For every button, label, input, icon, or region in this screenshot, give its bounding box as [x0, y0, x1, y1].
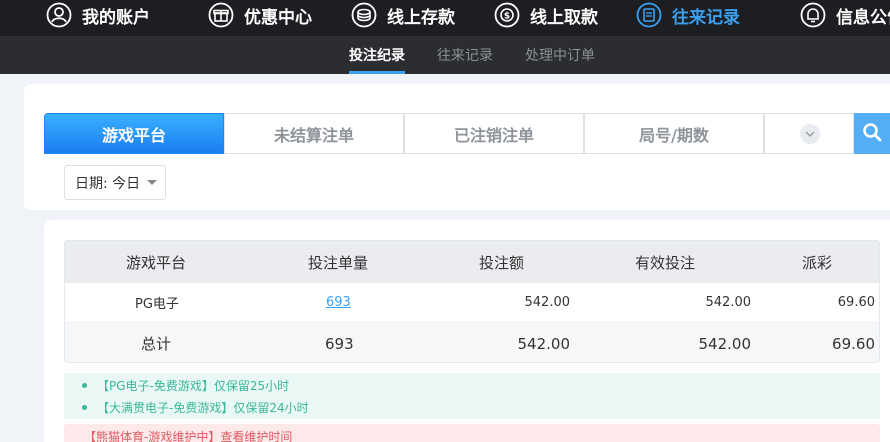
tab-label: 已注销注单 [453, 125, 534, 145]
subnav-transactions[interactable]: 往来记录 [437, 45, 493, 65]
cell-payout: 69.60 [837, 295, 875, 310]
date-filter-value: 日期: 今日 [75, 175, 141, 192]
cell-count-link[interactable]: 693 [326, 283, 351, 322]
results-table: 游戏平台 投注单量 投注额 有效投注 派彩 PG电子 693 542.00 54… [64, 240, 880, 363]
nav-item-account[interactable]: 我的账户 [46, 0, 150, 30]
tab-label: 局号/期数 [639, 125, 709, 145]
nav-item-records[interactable]: 往来记录 [636, 0, 740, 30]
tab-unsettled[interactable]: 未结算注单 [224, 113, 404, 154]
table-header: 游戏平台 投注单量 投注额 有效投注 派彩 [65, 241, 879, 283]
nav-label: 我的账户 [82, 7, 150, 28]
chevron-down-icon [800, 123, 820, 144]
tab-label: 未结算注单 [273, 125, 354, 145]
top-nav: 我的账户 优惠中心 线上存款 $ 线上取款 往来记录 信息公告 [0, 0, 890, 36]
nav-label: 线上取款 [530, 7, 598, 28]
deposit-icon [351, 2, 377, 28]
nav-item-announcements[interactable]: 信息公告 [800, 0, 890, 30]
notice-item: 【PG电子-免费游戏】仅保留25小时 [82, 377, 289, 394]
tab-cancelled[interactable]: 已注销注单 [404, 113, 584, 154]
records-icon [636, 2, 662, 28]
total-count: 693 [325, 334, 354, 353]
cell-platform: PG电子 [135, 297, 179, 312]
notice-text: 【大满贯电子-免费游戏】仅保留24小时 [97, 401, 309, 415]
search-button[interactable] [854, 113, 890, 154]
col-header-platform: 游戏平台 [126, 253, 187, 272]
col-header-valid: 有效投注 [635, 253, 696, 272]
table-total-row: 总计 693 542.00 542.00 69.60 [65, 323, 879, 362]
caret-down-icon [147, 180, 158, 185]
col-header-amount: 投注额 [479, 253, 525, 272]
gift-icon [208, 2, 234, 28]
cell-valid: 542.00 [705, 295, 752, 310]
notice-item: 【大满贯电子-免费游戏】仅保留24小时 [82, 399, 309, 416]
col-header-payout: 派彩 [802, 253, 833, 272]
notice-text: 【PG电子-免费游戏】仅保留25小时 [97, 379, 290, 393]
total-amount: 542.00 [517, 334, 571, 353]
withdraw-icon: $ [494, 2, 520, 28]
table-row: PG电子 693 542.00 542.00 69.60 [65, 283, 879, 323]
nav-item-deposit[interactable]: 线上存款 [351, 0, 455, 30]
col-header-count: 投注单量 [308, 253, 369, 272]
active-tab-underline [349, 71, 405, 74]
search-icon [862, 122, 882, 146]
nav-label: 优惠中心 [244, 7, 312, 28]
nav-label: 往来记录 [672, 7, 740, 28]
tab-more[interactable] [764, 113, 854, 154]
tab-game-platform[interactable]: 游戏平台 [44, 113, 224, 154]
date-filter-select[interactable]: 日期: 今日 [64, 165, 166, 200]
nav-item-withdraw[interactable]: $ 线上取款 [494, 0, 598, 30]
subnav-pending-orders[interactable]: 处理中订单 [525, 45, 595, 65]
subnav-bet-records[interactable]: 投注纪录 [349, 45, 405, 65]
alert-text: 【熊猫体育-游戏维护中】查看维护时间 [84, 430, 293, 442]
cell-amount: 542.00 [524, 295, 571, 310]
nav-label: 信息公告 [836, 7, 890, 28]
total-payout: 69.60 [832, 334, 875, 353]
tab-round-number[interactable]: 局号/期数 [584, 113, 764, 154]
total-valid: 542.00 [698, 334, 752, 353]
bell-icon [800, 2, 826, 28]
notice-box: 【PG电子-免费游戏】仅保留25小时 【大满贯电子-免费游戏】仅保留24小时 [64, 373, 880, 419]
nav-label: 线上存款 [387, 7, 455, 28]
maintenance-alert[interactable]: 【熊猫体育-游戏维护中】查看维护时间 [64, 424, 880, 442]
sub-nav: 投注纪录 往来记录 处理中订单 [0, 36, 890, 74]
bullet-icon [82, 383, 87, 388]
bullet-icon [82, 405, 87, 410]
user-icon [46, 2, 72, 28]
tab-label: 游戏平台 [101, 125, 166, 145]
nav-item-promotions[interactable]: 优惠中心 [208, 0, 312, 30]
total-label: 总计 [141, 335, 172, 353]
svg-text:$: $ [504, 12, 510, 22]
